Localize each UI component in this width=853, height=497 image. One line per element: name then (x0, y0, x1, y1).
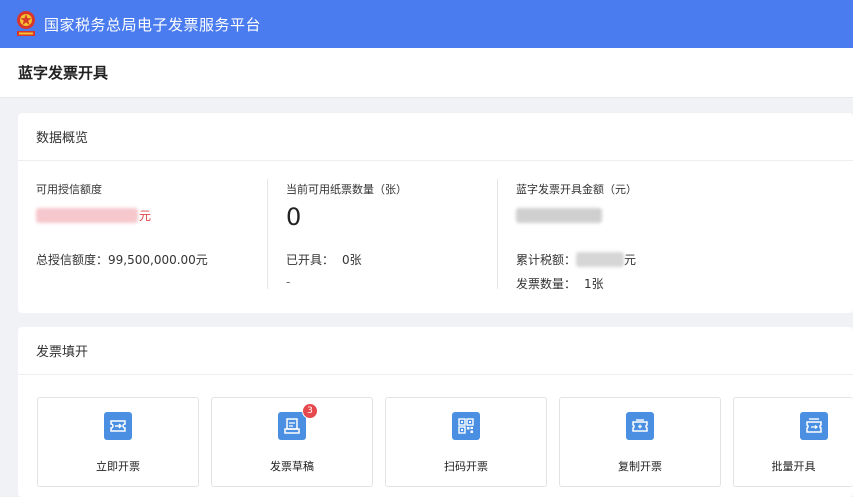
batch-issue-label: 批量开具 (771, 460, 816, 473)
scan-issue-tile[interactable]: 扫码开票 (385, 397, 547, 487)
issue-now-tile[interactable]: 立即开票 (37, 397, 199, 487)
copy-ticket-icon (626, 412, 654, 440)
tax-total-line: 累计税额： 元 (516, 251, 636, 268)
paper-label: 当前可用纸票数量（张） (286, 183, 407, 196)
credit-label: 可用授信额度 (36, 183, 102, 196)
invoice-count-label: 发票数量： (516, 277, 577, 291)
draft-count-badge: 3 (302, 403, 318, 419)
amount-stat-column: 蓝字发票开具金额（元） 累计税额： 元 发票数量： 1张 (497, 179, 853, 292)
credit-value-row: 元 (36, 205, 151, 225)
paper-stat-column: 当前可用纸票数量（张） 0 已开具： 0张 - (267, 179, 497, 289)
paper-issued-line: 已开具： 0张 (286, 251, 362, 268)
invoice-count-value: 1张 (584, 277, 604, 291)
platform-title: 国家税务总局电子发票服务平台 (44, 15, 262, 34)
tax-total-label: 累计税额： (516, 253, 577, 267)
paper-extra-value: - (286, 275, 291, 289)
invoice-fill-title: 发票填开 (36, 345, 89, 360)
invoice-fill-header: 发票填开 (18, 327, 853, 375)
paper-issued-label: 已开具： (286, 253, 335, 267)
credit-stat-column: 可用授信额度 元 总授信额度： 99,500,000.00元 (36, 179, 267, 289)
overview-card: 数据概览 可用授信额度 元 总授信额度： 99,500,000.00元 当前可用… (18, 113, 853, 313)
batch-ticket-icon (800, 412, 828, 440)
batch-issue-tile[interactable]: 批量开具 (733, 397, 853, 487)
overview-card-header: 数据概览 (18, 113, 853, 161)
credit-total-value: 99,500,000.00元 (108, 253, 208, 267)
page-header: 蓝字发票开具 (0, 48, 853, 98)
top-bar: 国家税务总局电子发票服务平台 (0, 0, 853, 48)
paper-count-value: 0 (286, 203, 302, 231)
tax-emblem-logo (14, 9, 38, 39)
invoice-fill-card: 发票填开 立即开票 3 发票草稿 扫码开票 复制开票 批量开具 (18, 327, 853, 497)
copy-issue-tile[interactable]: 复制开票 (559, 397, 721, 487)
tax-total-redacted (576, 252, 625, 267)
tax-total-unit: 元 (624, 253, 637, 267)
credit-total-line: 总授信额度： 99,500,000.00元 (36, 251, 208, 268)
credit-value-redacted (36, 207, 138, 223)
overview-title: 数据概览 (36, 131, 89, 146)
amount-value-redacted (516, 207, 602, 223)
paper-issued-value: 0张 (342, 253, 362, 267)
page-title: 蓝字发票开具 (18, 64, 109, 82)
invoice-count-line: 发票数量： 1张 (516, 275, 604, 292)
credit-total-label: 总授信额度： (36, 253, 109, 267)
amount-label: 蓝字发票开具金额（元） (516, 183, 637, 196)
draft-document-icon (278, 412, 306, 440)
invoice-draft-label: 发票草稿 (270, 460, 314, 473)
issue-now-label: 立即开票 (96, 460, 140, 473)
invoice-draft-tile[interactable]: 3 发票草稿 (211, 397, 373, 487)
credit-unit: 元 (139, 208, 152, 223)
paper-extra-line: - (286, 275, 290, 289)
amount-value-row (516, 205, 602, 225)
copy-issue-label: 复制开票 (618, 460, 662, 473)
qr-code-icon (452, 412, 480, 440)
invoice-ticket-icon (104, 412, 132, 440)
scan-issue-label: 扫码开票 (444, 460, 488, 473)
